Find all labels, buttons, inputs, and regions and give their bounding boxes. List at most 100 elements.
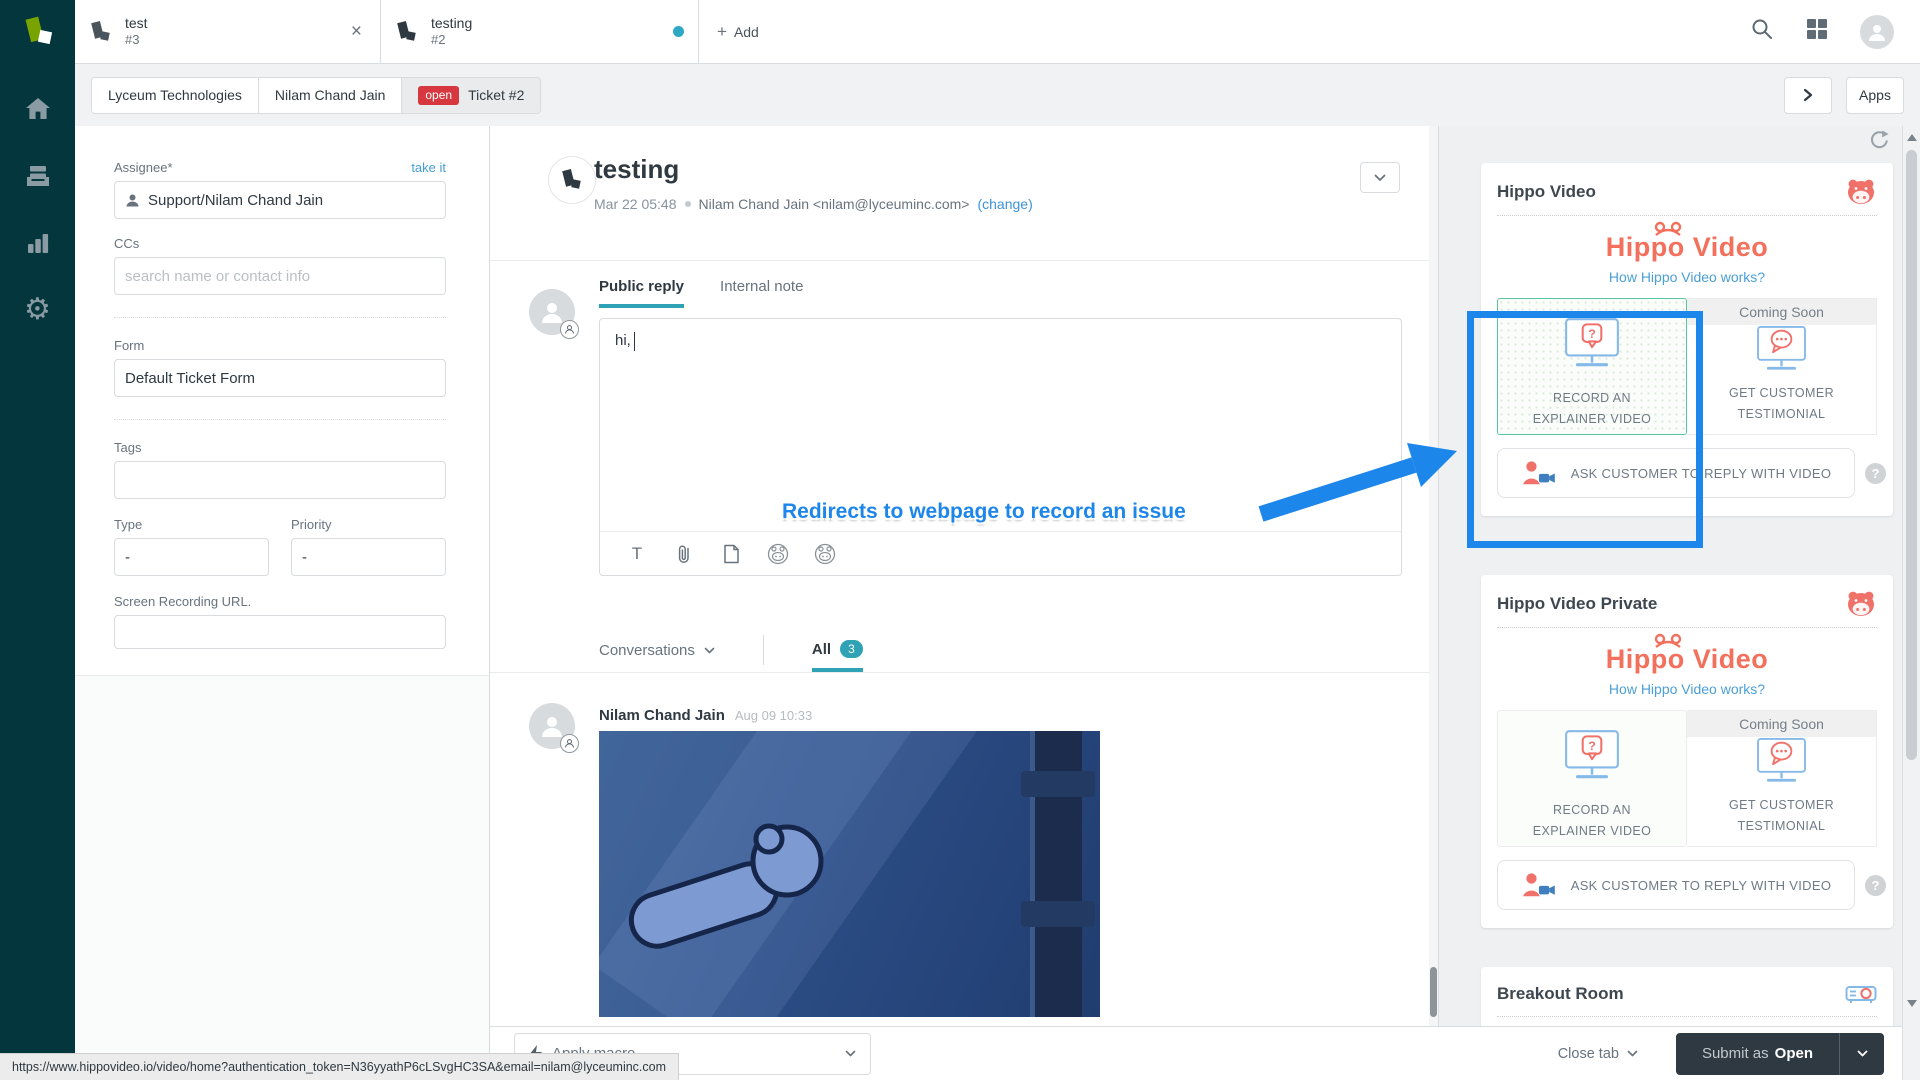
type-select[interactable]: - (114, 538, 269, 576)
ticket-date: Mar 22 05:48 (594, 196, 677, 212)
app-window: ⚙ test #3 × testing #2 (0, 0, 1920, 1080)
refresh-apps-icon[interactable] (1868, 130, 1889, 156)
submit-options-button[interactable] (1839, 1033, 1884, 1075)
conversation-filter-row: Conversations All 3 (599, 628, 1402, 672)
hippo-icon (1845, 178, 1877, 205)
assignee-field[interactable]: Support/Nilam Chand Jain (114, 181, 446, 219)
apps-toggle-button[interactable]: Apps (1846, 77, 1904, 114)
screen-recording-url-input[interactable] (114, 615, 446, 649)
get-customer-testimonial-button[interactable]: Coming Soon GET CUSTOMER TESTIMONIAL (1687, 298, 1877, 435)
how-it-works-link[interactable]: How Hippo Video works? (1497, 681, 1877, 697)
chevron-down-icon (1857, 1050, 1868, 1057)
profile-avatar[interactable] (1860, 15, 1894, 49)
record-explainer-video-button[interactable]: ? RECORD AN EXPLAINER VIDEO (1497, 298, 1687, 435)
testimonial-label-line1: GET CUSTOMER (1687, 383, 1876, 404)
apps-grid-icon[interactable] (1806, 18, 1828, 45)
submit-as-open-button[interactable]: Submit as Open (1676, 1033, 1839, 1075)
breadcrumb-org[interactable]: Lyceum Technologies (92, 78, 259, 113)
ask-label: ASK CUSTOMER TO REPLY WITH VIDEO (1571, 878, 1832, 893)
page-scrollbar[interactable] (1902, 126, 1920, 1080)
svg-text:?: ? (1588, 327, 1596, 341)
breadcrumb-ticket[interactable]: open Ticket #2 (402, 78, 540, 113)
link-preview-statusbar: https://www.hippovideo.io/video/home?aut… (0, 1053, 679, 1080)
zendesk-logo[interactable] (0, 0, 75, 64)
tab-ticket-id: #3 (125, 32, 335, 48)
close-tab-button[interactable]: Close tab (1558, 1046, 1638, 1062)
section-title: Hippo Video Private (1497, 594, 1657, 614)
tab-ticket-id: #2 (431, 32, 661, 48)
ccs-label: CCs (114, 236, 446, 251)
conversations-dropdown[interactable]: Conversations (599, 642, 715, 659)
hippo-video-logo: Hippo Video (1497, 232, 1877, 263)
divider (763, 635, 764, 665)
section-title: Breakout Room (1497, 984, 1624, 1004)
scroll-down-icon[interactable] (1907, 1000, 1917, 1007)
breadcrumb: Lyceum Technologies Nilam Chand Jain ope… (75, 64, 1920, 126)
assignee-label: Assignee* (114, 160, 173, 175)
help-icon[interactable]: ? (1865, 463, 1886, 484)
home-icon[interactable] (21, 92, 55, 126)
tags-input[interactable] (114, 461, 446, 499)
ccs-input[interactable] (114, 257, 446, 295)
get-customer-testimonial-button[interactable]: Coming Soon GET CUSTOMER TESTIMONIAL (1687, 710, 1877, 847)
record-label-line2: EXPLAINER VIDEO (1498, 821, 1686, 842)
filter-all-tab[interactable]: All 3 (812, 640, 863, 672)
testimonial-label-line2: TESTIMONIAL (1687, 404, 1876, 425)
views-icon[interactable] (21, 159, 55, 193)
collapse-sidebar-button[interactable] (1784, 77, 1832, 114)
add-tab-button[interactable]: + Add (699, 0, 777, 63)
text-format-icon[interactable]: T (626, 543, 648, 565)
attachment-icon[interactable] (673, 543, 695, 565)
divider (114, 419, 446, 420)
assignee-value: Support/Nilam Chand Jain (148, 192, 323, 209)
scrollbar-thumb[interactable] (1906, 150, 1917, 760)
hippo-video-section: Hippo Video Hippo Video How Hippo Video … (1481, 163, 1893, 516)
reply-editor[interactable]: hi, T (599, 318, 1402, 576)
hippo-library-icon[interactable] (814, 543, 836, 565)
ticket-tab-test[interactable]: test #3 × (75, 0, 381, 63)
main-scrollbar[interactable] (1429, 126, 1438, 1026)
dot-separator (685, 201, 691, 207)
divider (114, 317, 446, 318)
help-icon[interactable]: ? (1865, 875, 1886, 896)
svg-text:?: ? (1588, 739, 1596, 753)
take-it-link[interactable]: take it (411, 160, 446, 175)
add-label: Add (734, 24, 759, 40)
message-image-attachment[interactable] (599, 731, 1100, 1017)
search-icon[interactable] (1750, 17, 1774, 46)
change-requester-link[interactable]: (change) (977, 196, 1032, 212)
how-it-works-link[interactable]: How Hippo Video works? (1497, 269, 1877, 285)
coming-soon-badge: Coming Soon (1687, 299, 1876, 325)
type-label: Type (114, 517, 269, 532)
header-options-button[interactable] (1360, 162, 1400, 193)
ask-customer-reply-video-button[interactable]: ASK CUSTOMER TO REPLY WITH VIDEO (1497, 448, 1855, 498)
text-cursor (634, 332, 635, 351)
bottom-action-bar: Apply macro Close tab Submit as Open (490, 1026, 1902, 1080)
tab-public-reply[interactable]: Public reply (599, 278, 684, 308)
close-tab-icon[interactable]: × (347, 21, 366, 43)
submit-prefix: Submit as (1702, 1045, 1769, 1062)
ticket-number-label: Ticket #2 (468, 87, 524, 103)
tab-title: test (125, 15, 335, 33)
monitor-question-icon: ? (1562, 729, 1622, 781)
tab-internal-note[interactable]: Internal note (720, 278, 803, 308)
insert-document-icon[interactable] (720, 543, 742, 565)
ask-customer-reply-video-button[interactable]: ASK CUSTOMER TO REPLY WITH VIDEO (1497, 860, 1855, 910)
record-label-line1: RECORD AN (1498, 388, 1686, 409)
hippo-icon (1845, 590, 1877, 617)
hippo-record-icon[interactable] (767, 543, 789, 565)
breadcrumb-requester[interactable]: Nilam Chand Jain (259, 78, 403, 113)
form-select[interactable]: Default Ticket Form (114, 359, 446, 397)
reports-icon[interactable] (21, 226, 55, 260)
monitor-question-icon: ? (1562, 317, 1622, 369)
record-explainer-video-button[interactable]: ? RECORD AN EXPLAINER VIDEO (1497, 710, 1687, 847)
record-label-line1: RECORD AN (1498, 800, 1686, 821)
chevron-down-icon (704, 647, 715, 654)
record-label-line2: EXPLAINER VIDEO (1498, 409, 1686, 430)
admin-gear-icon[interactable]: ⚙ (21, 293, 55, 327)
scroll-up-icon[interactable] (1907, 134, 1917, 141)
submit-status: Open (1775, 1045, 1813, 1062)
monitor-chat-icon (1754, 737, 1809, 784)
priority-select[interactable]: - (291, 538, 446, 576)
ticket-tab-testing[interactable]: testing #2 (381, 0, 699, 63)
